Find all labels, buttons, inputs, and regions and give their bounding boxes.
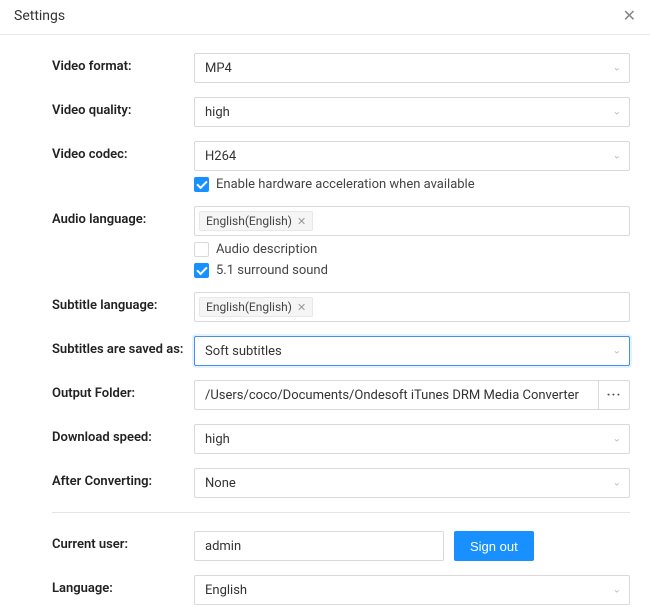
after-converting-label: After Converting:	[52, 468, 194, 489]
language-value: English	[205, 583, 247, 598]
download-speed-label: Download speed:	[52, 424, 194, 445]
subtitle-language-tag: English(English) ✕	[199, 297, 313, 317]
hardware-accel-label: Enable hardware acceleration when availa…	[216, 177, 475, 192]
section-divider	[52, 512, 630, 513]
chevron-down-icon: ⌄	[613, 478, 621, 489]
video-quality-select[interactable]: high ⌄	[194, 97, 630, 127]
chevron-down-icon: ⌄	[613, 151, 621, 162]
audio-language-label: Audio language:	[52, 206, 194, 227]
subtitle-language-tag-text: English(English)	[206, 300, 292, 314]
audio-language-tag: English(English) ✕	[199, 211, 313, 231]
language-select[interactable]: English ⌄	[194, 575, 630, 605]
subtitles-saved-label: Subtitles are saved as:	[52, 336, 194, 357]
after-converting-select[interactable]: None ⌄	[194, 468, 630, 498]
video-format-label: Video format:	[52, 53, 194, 74]
close-icon[interactable]: ✕	[623, 8, 636, 24]
chevron-down-icon: ⌄	[613, 63, 621, 74]
subtitle-language-input[interactable]: English(English) ✕	[194, 292, 630, 322]
video-codec-value: H264	[205, 149, 236, 164]
output-folder-input[interactable]: /Users/coco/Documents/Ondesoft iTunes DR…	[194, 380, 598, 410]
video-format-select[interactable]: MP4 ⌄	[194, 53, 630, 83]
after-converting-value: None	[205, 476, 236, 491]
sign-out-button[interactable]: Sign out	[454, 531, 534, 561]
chevron-down-icon: ⌄	[613, 107, 621, 118]
subtitles-saved-value: Soft subtitles	[205, 344, 282, 359]
download-speed-value: high	[205, 432, 230, 447]
current-user-input[interactable]: admin	[194, 531, 444, 561]
video-quality-value: high	[205, 105, 230, 120]
remove-tag-icon[interactable]: ✕	[297, 215, 306, 228]
remove-tag-icon[interactable]: ✕	[297, 301, 306, 314]
download-speed-select[interactable]: high ⌄	[194, 424, 630, 454]
video-quality-label: Video quality:	[52, 97, 194, 118]
chevron-down-icon: ⌄	[613, 346, 621, 357]
browse-button[interactable]: ···	[598, 380, 630, 410]
subtitles-saved-select[interactable]: Soft subtitles ⌄	[194, 336, 630, 366]
page-title: Settings	[14, 8, 65, 24]
chevron-down-icon: ⌄	[613, 434, 621, 445]
audio-description-checkbox[interactable]	[194, 242, 209, 257]
audio-language-tag-text: English(English)	[206, 214, 292, 228]
hardware-accel-checkbox[interactable]	[194, 177, 209, 192]
subtitle-language-label: Subtitle language:	[52, 292, 194, 313]
surround-sound-checkbox[interactable]	[194, 263, 209, 278]
video-codec-select[interactable]: H264 ⌄	[194, 141, 630, 171]
current-user-label: Current user:	[52, 531, 194, 552]
language-label: Language:	[52, 575, 194, 596]
surround-sound-label: 5.1 surround sound	[216, 263, 328, 278]
audio-description-label: Audio description	[216, 242, 317, 257]
audio-language-input[interactable]: English(English) ✕	[194, 206, 630, 236]
video-format-value: MP4	[205, 61, 232, 76]
output-folder-label: Output Folder:	[52, 380, 194, 401]
chevron-down-icon: ⌄	[613, 585, 621, 596]
video-codec-label: Video codec:	[52, 141, 194, 162]
